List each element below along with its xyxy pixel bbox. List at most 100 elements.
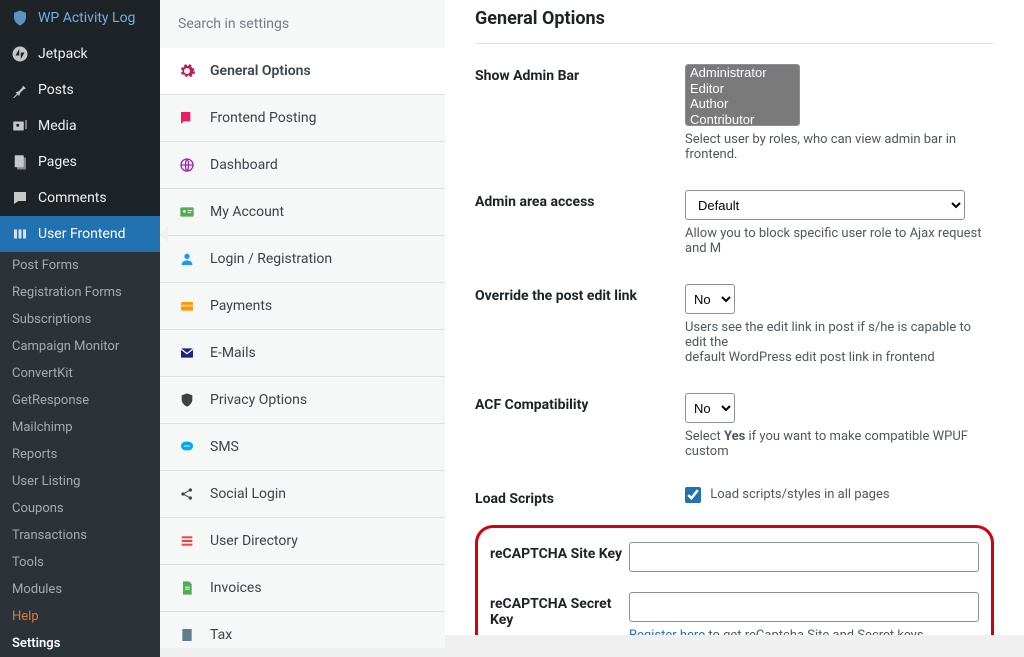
submenu-post-forms[interactable]: Post Forms — [0, 252, 160, 279]
wp-admin-sidebar: WP Activity Log Jetpack Posts Media Page… — [0, 0, 160, 635]
wallet-icon — [178, 297, 196, 315]
tab-login-registration[interactable]: Login / Registration — [160, 236, 445, 283]
select-admin-bar-roles[interactable]: Administrator Editor Author Contributor — [685, 64, 800, 126]
tab-invoices[interactable]: Invoices — [160, 565, 445, 612]
comment-icon — [10, 188, 30, 208]
media-icon — [10, 116, 30, 136]
row-acf-compatibility: ACF Compatibility No Select Yes if you w… — [475, 393, 994, 459]
link-register-recaptcha[interactable]: Register here — [629, 628, 705, 635]
tab-frontend-posting[interactable]: Frontend Posting — [160, 95, 445, 142]
submenu-convertkit[interactable]: ConvertKit — [0, 360, 160, 387]
mail-icon — [178, 344, 196, 362]
submenu-modules[interactable]: Modules — [0, 576, 160, 603]
tab-general-options[interactable]: General Options — [160, 48, 445, 95]
label-recaptcha-site-key: reCAPTCHA Site Key — [490, 542, 629, 562]
tab-tax[interactable]: Tax — [160, 612, 445, 648]
tab-label: Login / Registration — [210, 251, 332, 267]
tab-user-directory[interactable]: User Directory — [160, 518, 445, 565]
select-acf-compatibility[interactable]: No — [685, 393, 735, 423]
sidebar-item-jetpack[interactable]: Jetpack — [0, 36, 160, 72]
tab-privacy-options[interactable]: Privacy Options — [160, 377, 445, 424]
sidebar-item-activity-log[interactable]: WP Activity Log — [0, 0, 160, 36]
settings-search[interactable]: Search in settings — [160, 0, 445, 48]
submenu-subscriptions[interactable]: Subscriptions — [0, 306, 160, 333]
submenu-mailchimp[interactable]: Mailchimp — [0, 414, 160, 441]
tax-icon — [178, 626, 196, 644]
share-icon — [178, 485, 196, 503]
sidebar-label: Posts — [38, 82, 74, 98]
hint-admin-access: Allow you to block specific user role to… — [685, 226, 994, 256]
submenu-reports[interactable]: Reports — [0, 441, 160, 468]
main-content: General Options Show Admin Bar Administr… — [445, 0, 1024, 635]
sms-icon — [178, 438, 196, 456]
tab-label: Privacy Options — [210, 392, 307, 408]
user-icon — [178, 250, 196, 268]
row-recaptcha-site-key: reCAPTCHA Site Key — [490, 542, 979, 572]
tab-my-account[interactable]: My Account — [160, 189, 445, 236]
input-recaptcha-site-key[interactable] — [629, 542, 979, 572]
checkbox-label-load-scripts: Load scripts/styles in all pages — [710, 487, 889, 502]
hint-override-edit-2: default WordPress edit post link in fron… — [685, 350, 994, 365]
submenu-help[interactable]: Help — [0, 603, 160, 630]
hint-recaptcha-register: Register here to get reCaptcha Site and … — [629, 628, 979, 635]
submenu-coupons[interactable]: Coupons — [0, 495, 160, 522]
label-load-scripts: Load Scripts — [475, 487, 685, 507]
card-icon — [178, 203, 196, 221]
checkbox-wrapper-load-scripts[interactable]: Load scripts/styles in all pages — [685, 487, 890, 502]
tab-label: Tax — [210, 627, 232, 643]
sidebar-item-comments[interactable]: Comments — [0, 180, 160, 216]
tab-label: Invoices — [210, 580, 262, 596]
tab-label: Payments — [210, 298, 272, 314]
tab-payments[interactable]: Payments — [160, 283, 445, 330]
row-load-scripts: Load Scripts Load scripts/styles in all … — [475, 487, 994, 507]
tab-label: User Directory — [210, 533, 298, 549]
submenu-campaign-monitor[interactable]: Campaign Monitor — [0, 333, 160, 360]
wp-submenu: Post Forms Registration Forms Subscripti… — [0, 252, 160, 657]
submenu-settings[interactable]: Settings — [0, 630, 160, 657]
shield-icon — [178, 391, 196, 409]
row-recaptcha-secret-key: reCAPTCHA Secret Key Register here to ge… — [490, 592, 979, 635]
list-icon — [178, 532, 196, 550]
tab-social-login[interactable]: Social Login — [160, 471, 445, 518]
page-title: General Options — [475, 8, 994, 44]
label-acf-compatibility: ACF Compatibility — [475, 393, 685, 413]
tab-label: Dashboard — [210, 157, 278, 173]
input-recaptcha-secret-key[interactable] — [629, 592, 979, 622]
sidebar-item-user-frontend[interactable]: User Frontend — [0, 216, 160, 252]
tab-label: Social Login — [210, 486, 286, 502]
select-override-edit-link[interactable]: No — [685, 284, 735, 314]
checkbox-load-scripts[interactable] — [685, 487, 701, 503]
tab-label: Frontend Posting — [210, 110, 317, 126]
row-admin-area-access: Admin area access Default Allow you to b… — [475, 190, 994, 256]
sidebar-label: WP Activity Log — [38, 10, 135, 26]
tab-sms[interactable]: SMS — [160, 424, 445, 471]
submenu-getresponse[interactable]: GetResponse — [0, 387, 160, 414]
user-frontend-icon — [10, 224, 30, 244]
sidebar-item-posts[interactable]: Posts — [0, 72, 160, 108]
tab-emails[interactable]: E-Mails — [160, 330, 445, 377]
submenu-tools[interactable]: Tools — [0, 549, 160, 576]
tab-dashboard[interactable]: Dashboard — [160, 142, 445, 189]
label-show-admin-bar: Show Admin Bar — [475, 64, 685, 84]
label-override-edit-link: Override the post edit link — [475, 284, 685, 304]
submenu-user-listing[interactable]: User Listing — [0, 468, 160, 495]
hint-admin-bar: Select user by roles, who can view admin… — [685, 132, 994, 162]
gear-icon — [178, 62, 196, 80]
doc-icon — [178, 579, 196, 597]
shield-icon — [10, 8, 30, 28]
globe-icon — [178, 156, 196, 174]
pin-icon — [10, 80, 30, 100]
tab-label: General Options — [210, 63, 311, 79]
tab-label: My Account — [210, 204, 284, 220]
sidebar-item-pages[interactable]: Pages — [0, 144, 160, 180]
pages-icon — [10, 152, 30, 172]
sidebar-label: Pages — [38, 154, 77, 170]
label-recaptcha-secret-key: reCAPTCHA Secret Key — [490, 592, 629, 628]
submenu-transactions[interactable]: Transactions — [0, 522, 160, 549]
post-icon — [178, 109, 196, 127]
submenu-registration-forms[interactable]: Registration Forms — [0, 279, 160, 306]
sidebar-item-media[interactable]: Media — [0, 108, 160, 144]
settings-sidebar: Search in settings General Options Front… — [160, 0, 445, 635]
select-admin-area-access[interactable]: Default — [685, 190, 965, 220]
recaptcha-highlight: reCAPTCHA Site Key reCAPTCHA Secret Key … — [475, 525, 994, 635]
